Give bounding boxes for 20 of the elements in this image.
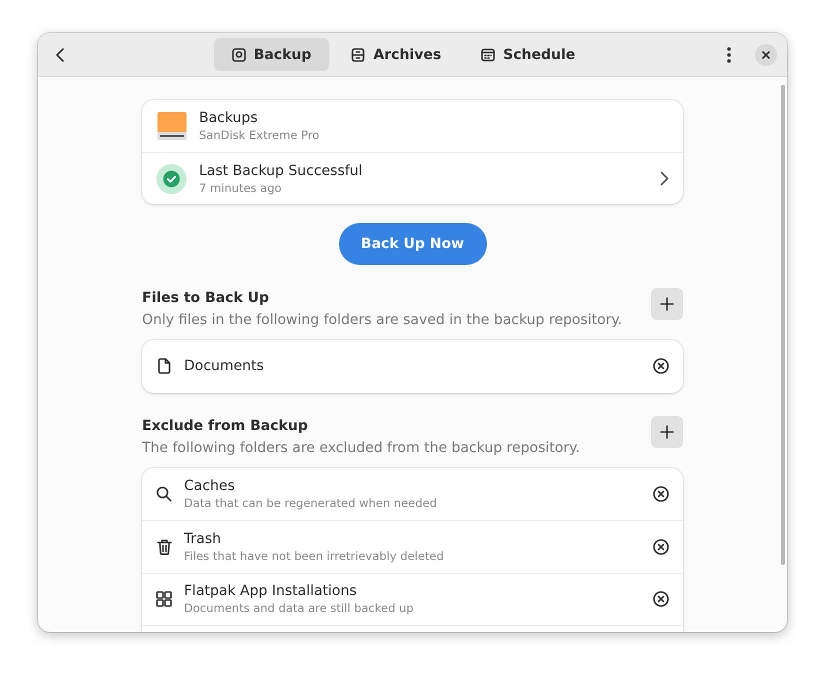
row-title: Last Backup Successful bbox=[199, 162, 364, 178]
row-title: Backups bbox=[199, 110, 259, 126]
back-up-now-button[interactable]: Back Up Now bbox=[338, 223, 486, 265]
tab[interactable]: Schedule bbox=[463, 38, 594, 71]
row-subtitle: 7 minutes ago bbox=[199, 180, 283, 194]
section-title: Files to Back Up bbox=[142, 290, 270, 306]
folder-name: Caches bbox=[184, 478, 236, 494]
section-description: The following folders are excluded from the backup repository. bbox=[142, 440, 581, 456]
section-description: Only files in the following folders are saved in the backup repository. bbox=[142, 312, 624, 328]
folder-name: Flatpak App Installations bbox=[184, 583, 358, 600]
folder-description: Files that have not been irretrievably deleted bbox=[184, 548, 445, 563]
folder-description: Data that can be regenerated when needed bbox=[184, 496, 438, 510]
section-title: Exclude from Backup bbox=[142, 418, 309, 434]
row-subtitle: SanDisk Extreme Pro bbox=[199, 128, 320, 142]
folder-description: Documents and data are still backed up bbox=[184, 601, 415, 616]
folder-name: Trash bbox=[184, 530, 222, 547]
tab[interactable]: Backup bbox=[214, 38, 330, 71]
folder-name: Documents bbox=[184, 358, 265, 374]
status-row[interactable]: Last Backup Successful 7 minutes ago bbox=[142, 152, 683, 204]
tab[interactable]: Archives bbox=[333, 38, 460, 71]
